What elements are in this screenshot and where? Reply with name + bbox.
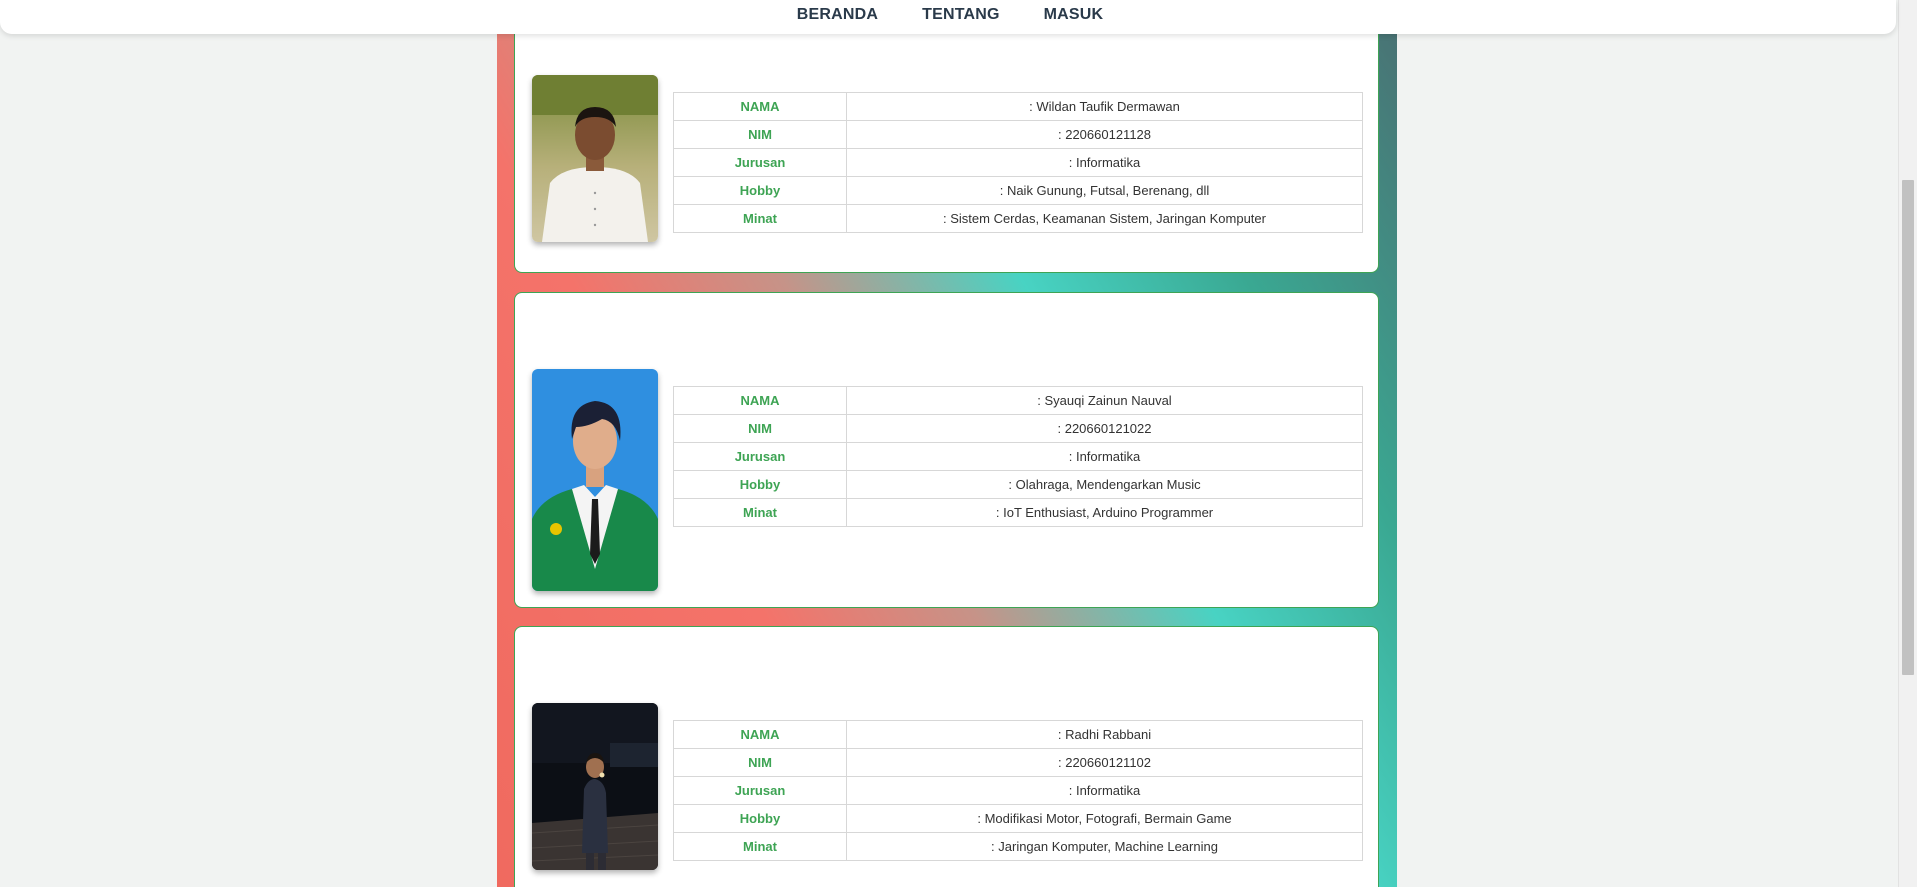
table-row: NAMA : Radhi Rabbani bbox=[673, 720, 1363, 749]
table-row: NIM : 220660121128 bbox=[673, 120, 1363, 149]
jurusan-label: Jurusan bbox=[673, 442, 847, 471]
profile-card: NAMA : Syauqi Zainun Nauval NIM : 220660… bbox=[514, 292, 1379, 608]
nav-links: BERANDA TENTANG MASUK bbox=[0, 0, 1896, 30]
jurusan-label: Jurusan bbox=[673, 776, 847, 805]
profile-card: NAMA : Wildan Taufik Dermawan NIM : 2206… bbox=[514, 0, 1379, 273]
nim-label: NIM bbox=[673, 414, 847, 443]
profile-info-table: NAMA : Wildan Taufik Dermawan NIM : 2206… bbox=[673, 92, 1363, 233]
profile-photo bbox=[532, 75, 658, 242]
table-row: Hobby : Olahraga, Mendengarkan Music bbox=[673, 470, 1363, 499]
nav-link-tentang[interactable]: TENTANG bbox=[922, 6, 1000, 24]
hobby-value: : Naik Gunung, Futsal, Berenang, dll bbox=[846, 176, 1363, 205]
profile-info-table: NAMA : Syauqi Zainun Nauval NIM : 220660… bbox=[673, 386, 1363, 527]
minat-value: : Jaringan Komputer, Machine Learning bbox=[846, 832, 1363, 861]
navbar: BERANDA TENTANG MASUK bbox=[0, 0, 1896, 34]
hobby-label: Hobby bbox=[673, 804, 847, 833]
jurusan-value: : Informatika bbox=[846, 442, 1363, 471]
nama-label: NAMA bbox=[673, 720, 847, 749]
table-row: NIM : 220660121102 bbox=[673, 748, 1363, 777]
vertical-scrollbar[interactable] bbox=[1898, 0, 1917, 887]
person-photo-image bbox=[532, 703, 658, 870]
nama-value: : Wildan Taufik Dermawan bbox=[846, 92, 1363, 121]
nim-label: NIM bbox=[673, 120, 847, 149]
hobby-label: Hobby bbox=[673, 176, 847, 205]
profile-info-table: NAMA : Radhi Rabbani NIM : 220660121102 … bbox=[673, 720, 1363, 861]
nama-label: NAMA bbox=[673, 386, 847, 415]
table-row: Hobby : Naik Gunung, Futsal, Berenang, d… bbox=[673, 176, 1363, 205]
table-row: NAMA : Wildan Taufik Dermawan bbox=[673, 92, 1363, 121]
nav-link-beranda[interactable]: BERANDA bbox=[797, 6, 878, 24]
minat-label: Minat bbox=[673, 498, 847, 527]
table-row: NIM : 220660121022 bbox=[673, 414, 1363, 443]
minat-value: : IoT Enthusiast, Arduino Programmer bbox=[846, 498, 1363, 527]
profile-photo bbox=[532, 703, 658, 870]
table-row: Minat : Jaringan Komputer, Machine Learn… bbox=[673, 832, 1363, 861]
person-photo-image bbox=[532, 369, 658, 591]
jurusan-value: : Informatika bbox=[846, 776, 1363, 805]
nama-value: : Radhi Rabbani bbox=[846, 720, 1363, 749]
nim-value: : 220660121128 bbox=[846, 120, 1363, 149]
hobby-label: Hobby bbox=[673, 470, 847, 499]
table-row: NAMA : Syauqi Zainun Nauval bbox=[673, 386, 1363, 415]
nim-label: NIM bbox=[673, 748, 847, 777]
nim-value: : 220660121022 bbox=[846, 414, 1363, 443]
table-row: Jurusan : Informatika bbox=[673, 776, 1363, 805]
table-row: Minat : Sistem Cerdas, Keamanan Sistem, … bbox=[673, 204, 1363, 233]
nim-value: : 220660121102 bbox=[846, 748, 1363, 777]
hobby-value: : Modifikasi Motor, Fotografi, Bermain G… bbox=[846, 804, 1363, 833]
person-photo-image bbox=[532, 75, 658, 242]
minat-label: Minat bbox=[673, 204, 847, 233]
table-row: Hobby : Modifikasi Motor, Fotografi, Ber… bbox=[673, 804, 1363, 833]
scrollbar-thumb[interactable] bbox=[1902, 180, 1914, 675]
page: BERANDA TENTANG MASUK NAMA: Wildan Tauf… bbox=[0, 0, 1917, 887]
table-row: Jurusan : Informatika bbox=[673, 442, 1363, 471]
table-row: Jurusan : Informatika bbox=[673, 148, 1363, 177]
minat-value: : Sistem Cerdas, Keamanan Sistem, Jaring… bbox=[846, 204, 1363, 233]
profile-card: NAMA : Radhi Rabbani NIM : 220660121102 … bbox=[514, 626, 1379, 887]
jurusan-label: Jurusan bbox=[673, 148, 847, 177]
hobby-value: : Olahraga, Mendengarkan Music bbox=[846, 470, 1363, 499]
nav-link-masuk[interactable]: MASUK bbox=[1044, 6, 1104, 24]
nama-value: : Syauqi Zainun Nauval bbox=[846, 386, 1363, 415]
table-row: Minat : IoT Enthusiast, Arduino Programm… bbox=[673, 498, 1363, 527]
nama-label: NAMA bbox=[673, 92, 847, 121]
profile-photo bbox=[532, 369, 658, 591]
minat-label: Minat bbox=[673, 832, 847, 861]
jurusan-value: : Informatika bbox=[846, 148, 1363, 177]
